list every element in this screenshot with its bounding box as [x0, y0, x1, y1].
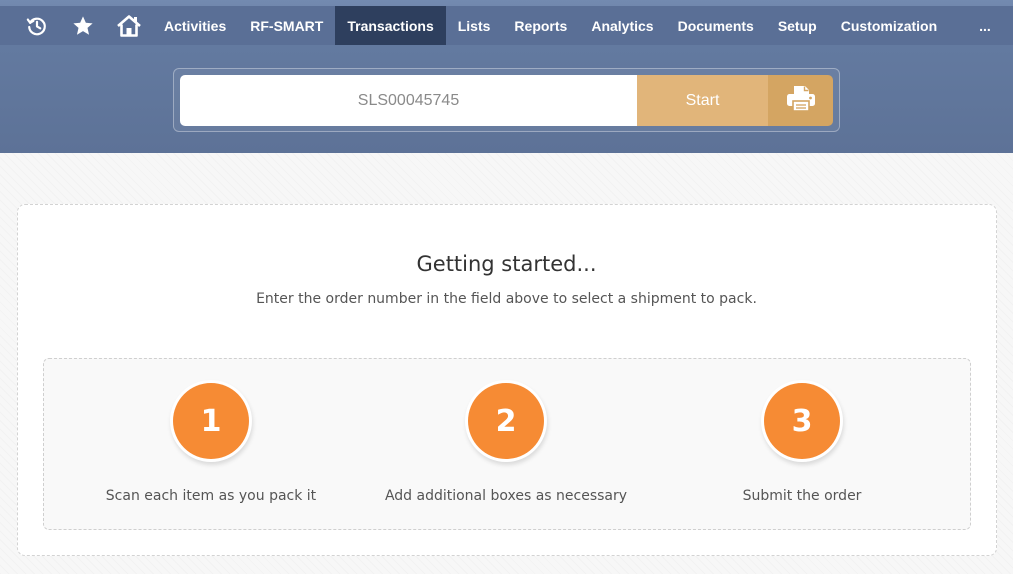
nav-customization[interactable]: Customization [829, 6, 949, 45]
step-number-badge: 2 [468, 383, 544, 459]
nav-reports[interactable]: Reports [502, 6, 579, 45]
step-label: Add additional boxes as necessary [384, 488, 628, 504]
nav-lists[interactable]: Lists [446, 6, 503, 45]
nav-analytics[interactable]: Analytics [579, 6, 665, 45]
nav-documents[interactable]: Documents [666, 6, 766, 45]
step-label: Submit the order [742, 488, 862, 504]
getting-started-title: Getting started... [416, 252, 597, 276]
step-label: Scan each item as you pack it [105, 488, 317, 504]
nav-activities[interactable]: Activities [152, 6, 238, 45]
nav-transactions[interactable]: Transactions [335, 6, 446, 45]
printer-icon [786, 84, 816, 117]
step-2: 2 Add additional boxes as necessary [356, 383, 656, 504]
step-1: 1 Scan each item as you pack it [61, 383, 361, 504]
print-button[interactable] [768, 75, 833, 126]
nav-setup[interactable]: Setup [766, 6, 829, 45]
main-nav: Activities RF-SMART Transactions Lists R… [0, 6, 1013, 45]
getting-started-subtitle: Enter the order number in the field abov… [256, 291, 757, 307]
nav-more-button[interactable]: ... [957, 6, 1013, 45]
step-number-badge: 1 [173, 383, 249, 459]
step-3: 3 Submit the order [652, 383, 952, 504]
order-number-input[interactable] [180, 75, 637, 126]
home-icon[interactable] [106, 6, 152, 45]
star-icon[interactable] [60, 6, 106, 45]
recent-history-icon[interactable] [14, 6, 60, 45]
start-button[interactable]: Start [637, 75, 768, 126]
nav-rf-smart[interactable]: RF-SMART [238, 6, 335, 45]
step-number-badge: 3 [764, 383, 840, 459]
